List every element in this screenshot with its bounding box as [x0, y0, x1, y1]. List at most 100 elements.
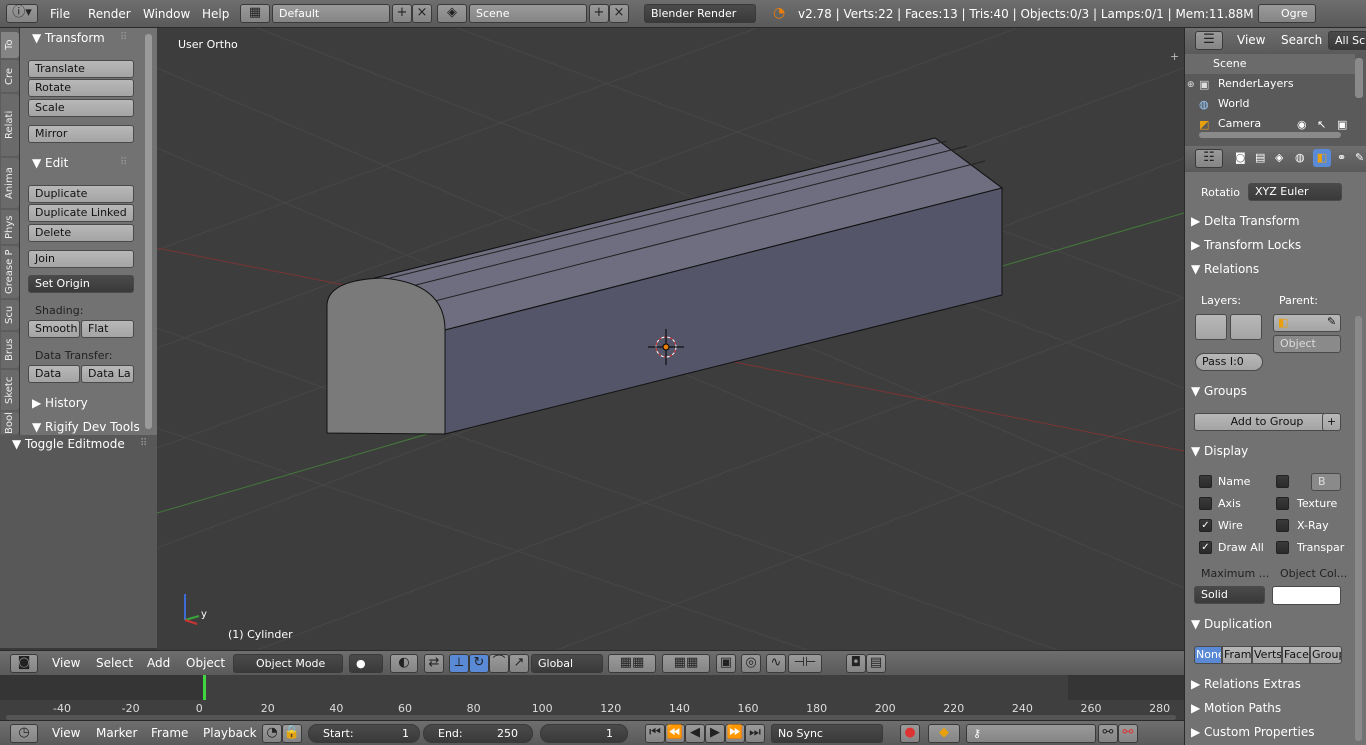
timeline-menu-marker[interactable]: Marker: [96, 726, 137, 740]
manipulator-toggle-icon[interactable]: ⇄: [424, 654, 444, 673]
mirror-button[interactable]: Mirror: [28, 125, 134, 143]
remove-scene-icon[interactable]: ×: [609, 4, 629, 23]
info-editor-type-icon[interactable]: ⓘ▾: [6, 4, 38, 23]
proportional-edit-icon[interactable]: ◎: [741, 654, 761, 673]
outliner-hscrollbar[interactable]: [1199, 132, 1341, 138]
selectable-cursor-icon[interactable]: ↖: [1317, 118, 1326, 131]
properties-scrollbar[interactable]: [1355, 316, 1362, 741]
wire-checkbox[interactable]: ✓: [1199, 519, 1212, 532]
tab-physics[interactable]: Phys: [1, 210, 19, 244]
motion-paths-header[interactable]: ▶ Motion Paths: [1191, 697, 1345, 719]
parent-type-dropdown[interactable]: Object: [1273, 335, 1341, 353]
outliner-scrollbar[interactable]: [1355, 58, 1363, 98]
menu-file[interactable]: File: [50, 7, 70, 21]
lock-range-icon[interactable]: 🔒: [282, 724, 302, 743]
layer-grid-1[interactable]: [1195, 314, 1227, 340]
add-scene-icon[interactable]: +: [589, 4, 609, 23]
display-header[interactable]: ▼ Display: [1191, 440, 1345, 462]
remove-layout-icon[interactable]: ×: [412, 4, 432, 23]
duplication-faces-button[interactable]: Face: [1282, 646, 1310, 664]
render-tab-icon[interactable]: ◙: [1235, 151, 1246, 164]
bounds-type-dropdown[interactable]: B: [1311, 473, 1341, 491]
transform-orientation-dropdown[interactable]: Global: [531, 654, 603, 673]
render-layers-tab-icon[interactable]: ▤: [1255, 151, 1265, 164]
render-animation-icon[interactable]: ▤: [866, 654, 886, 673]
tab-bool-tool[interactable]: Bool T: [1, 412, 19, 434]
scene-name-field[interactable]: Scene: [469, 4, 587, 23]
tab-grease-pencil[interactable]: Grease P: [1, 246, 19, 298]
scene-layers-icon[interactable]: ▦▦: [608, 654, 656, 673]
pass-index-field[interactable]: Pass I:0: [1195, 353, 1263, 371]
properties-editor-type-icon[interactable]: ☷: [1195, 149, 1223, 168]
set-origin-dropdown[interactable]: Set Origin: [28, 275, 134, 293]
layout-browse-icon[interactable]: ▦: [240, 4, 270, 23]
relations-extras-header[interactable]: ▶ Relations Extras: [1191, 673, 1345, 695]
duplication-header[interactable]: ▼ Duplication: [1191, 613, 1345, 635]
outliner-row-camera[interactable]: Camera: [1185, 114, 1355, 134]
history-panel-header[interactable]: ▶ History: [32, 396, 88, 410]
translate-manipulator-icon[interactable]: ⟂: [449, 654, 469, 673]
add-group-icon[interactable]: +: [1322, 413, 1341, 431]
rotate-manipulator-icon[interactable]: ↻: [469, 654, 489, 673]
panel-grip-icon[interactable]: ⠿: [120, 32, 127, 43]
custom-properties-header[interactable]: ▶ Custom Properties: [1191, 721, 1345, 743]
visibility-eye-icon[interactable]: ◉: [1297, 118, 1307, 131]
ogre-toggle[interactable]: Ogre: [1258, 4, 1316, 23]
pivot-point-icon[interactable]: ◐: [390, 654, 418, 673]
outliner-filter-dropdown[interactable]: All Sc: [1328, 31, 1366, 50]
name-checkbox[interactable]: [1199, 475, 1212, 488]
world-tab-icon[interactable]: ◍: [1295, 151, 1305, 164]
outliner-editor-type-icon[interactable]: ☰: [1195, 31, 1223, 50]
object-color-swatch[interactable]: [1272, 586, 1341, 605]
object-tab-icon[interactable]: ◧: [1313, 149, 1331, 167]
tab-create[interactable]: Cre: [1, 60, 19, 92]
scene-tab-icon[interactable]: ◈: [1275, 151, 1283, 164]
snap-icon[interactable]: ∿: [766, 654, 786, 673]
timeline-menu-frame[interactable]: Frame: [151, 726, 188, 740]
maximum-draw-type-dropdown[interactable]: Solid: [1194, 586, 1265, 604]
duplication-frames-button[interactable]: Fram: [1222, 646, 1252, 664]
scene-browse-icon[interactable]: ◈: [437, 4, 467, 23]
smooth-button[interactable]: Smooth: [28, 320, 80, 338]
relations-header[interactable]: ▼ Relations: [1191, 258, 1345, 280]
data-layers-button[interactable]: Data La: [81, 365, 134, 383]
layout-name-field[interactable]: Default: [272, 4, 390, 23]
timeline-area[interactable]: -40 -20 0 20 40 60 80 100 120 140 160 180 200 220 240 2…: [0, 675, 1184, 720]
menu-help[interactable]: Help: [202, 7, 229, 21]
bounds-checkbox[interactable]: [1276, 475, 1289, 488]
start-frame-field[interactable]: Start: 1: [308, 724, 420, 743]
tab-tools[interactable]: To: [1, 32, 19, 58]
end-frame-field[interactable]: End: 250: [423, 724, 533, 743]
duplication-group-button[interactable]: Group: [1310, 646, 1342, 664]
current-frame-indicator[interactable]: [203, 675, 206, 700]
editor-type-icon[interactable]: ◙: [10, 654, 38, 673]
interaction-mode-dropdown[interactable]: Object Mode: [233, 654, 343, 673]
menu-select[interactable]: Select: [96, 656, 133, 670]
tab-animation[interactable]: Anima: [1, 158, 19, 208]
constraints-tab-icon[interactable]: ⚭: [1337, 151, 1346, 164]
eyedropper-icon[interactable]: ✎: [1327, 315, 1336, 328]
jump-keyframe-back-icon[interactable]: ⏪: [665, 724, 685, 743]
keying-set-icon[interactable]: ◆: [928, 724, 960, 743]
delta-transform-header[interactable]: ▶ Delta Transform: [1191, 210, 1345, 232]
translate-button[interactable]: Translate: [28, 60, 134, 78]
timeline-editor-type-icon[interactable]: ◷: [10, 724, 38, 743]
toggle-editmode-header[interactable]: ▼ Toggle Editmode: [12, 437, 125, 451]
preview-range-icon[interactable]: ◔: [262, 724, 282, 743]
tab-relations[interactable]: Relati: [1, 94, 19, 156]
expand-icon[interactable]: ⊕: [1187, 80, 1195, 90]
insert-keyframe-icon[interactable]: ⚯: [1098, 724, 1118, 743]
flat-button[interactable]: Flat: [81, 320, 134, 338]
modifiers-tab-icon[interactable]: ✎: [1355, 151, 1364, 164]
duplication-none-button[interactable]: None: [1194, 646, 1222, 664]
timeline-menu-view[interactable]: View: [52, 726, 80, 740]
add-to-group-button[interactable]: Add to Group: [1194, 413, 1340, 431]
render-still-icon[interactable]: ◘: [846, 654, 866, 673]
transparency-checkbox[interactable]: [1276, 541, 1289, 554]
scale-button[interactable]: Scale: [28, 99, 134, 117]
rigify-panel-header[interactable]: ▼ Rigify Dev Tools: [32, 420, 140, 434]
menu-view[interactable]: View: [52, 656, 80, 670]
sync-mode-dropdown[interactable]: No Sync: [771, 724, 883, 743]
outliner-row-scene[interactable]: Scene: [1185, 54, 1355, 74]
snap-element-icon[interactable]: ⊣⊢: [788, 654, 822, 673]
